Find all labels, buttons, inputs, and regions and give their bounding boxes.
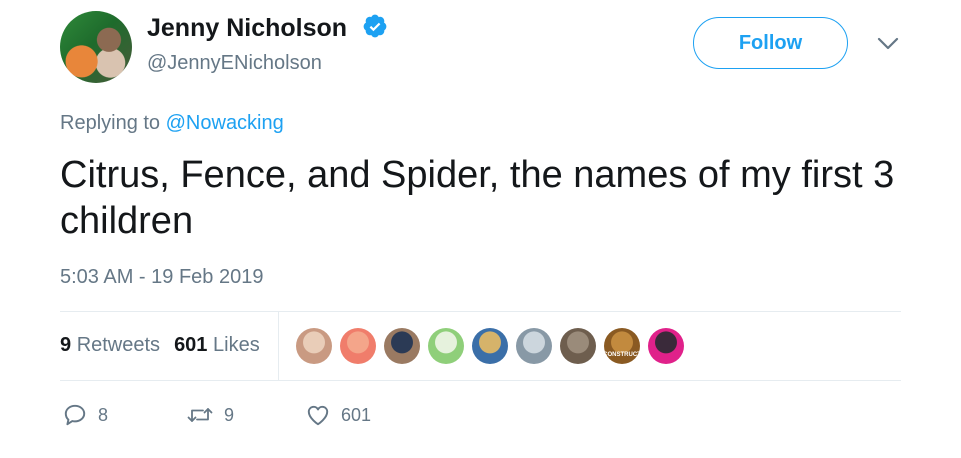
liker-avatar[interactable]: CONSTRUCT — [604, 328, 640, 364]
reply-action[interactable]: 8 — [62, 402, 108, 428]
liker-avatar[interactable] — [560, 328, 596, 364]
liker-avatar[interactable] — [384, 328, 420, 364]
likes-count: 601 — [174, 334, 208, 356]
stats-separator — [278, 312, 279, 380]
reply-mention-link[interactable]: @Nowacking — [166, 112, 284, 134]
author-name[interactable]: Jenny Nicholson — [147, 14, 347, 43]
liker-avatar[interactable] — [340, 328, 376, 364]
tweet-stats: 9 Retweets 601 Likes — [60, 334, 260, 357]
reply-count: 8 — [98, 404, 109, 425]
reply-icon — [64, 404, 86, 426]
retweets-stat[interactable]: 9 Retweets — [60, 334, 160, 356]
heart-icon — [307, 405, 329, 426]
tweet-timestamp[interactable]: 5:03 AM - 19 Feb 2019 — [60, 266, 263, 289]
divider-bottom — [60, 380, 901, 381]
liker-avatar[interactable] — [648, 328, 684, 364]
like-count: 601 — [341, 404, 372, 425]
retweet-icon — [187, 408, 213, 422]
retweet-count: 9 — [224, 404, 235, 425]
chevron-down-icon[interactable] — [876, 34, 900, 54]
liker-avatar-text: CONSTRUCT — [604, 352, 640, 358]
author-handle[interactable]: @JennyENicholson — [147, 52, 322, 75]
retweet-action[interactable]: 9 — [186, 402, 234, 428]
follow-button[interactable]: Follow — [693, 17, 848, 69]
liker-avatar[interactable] — [428, 328, 464, 364]
liker-avatar[interactable] — [516, 328, 552, 364]
replying-prefix: Replying to — [60, 112, 166, 134]
liker-avatar[interactable] — [296, 328, 332, 364]
divider-top — [60, 311, 901, 312]
like-action[interactable]: 601 — [305, 402, 371, 428]
replying-to: Replying to @Nowacking — [60, 112, 284, 135]
author-avatar[interactable] — [60, 11, 132, 83]
liker-avatar[interactable] — [472, 328, 508, 364]
verified-badge-icon — [363, 14, 387, 38]
likes-stat[interactable]: 601 Likes — [174, 334, 260, 356]
retweets-label: Retweets — [76, 334, 161, 356]
retweets-count: 9 — [60, 334, 72, 356]
tweet-text: Citrus, Fence, and Spider, the names of … — [60, 154, 895, 242]
likes-label: Likes — [213, 334, 260, 356]
